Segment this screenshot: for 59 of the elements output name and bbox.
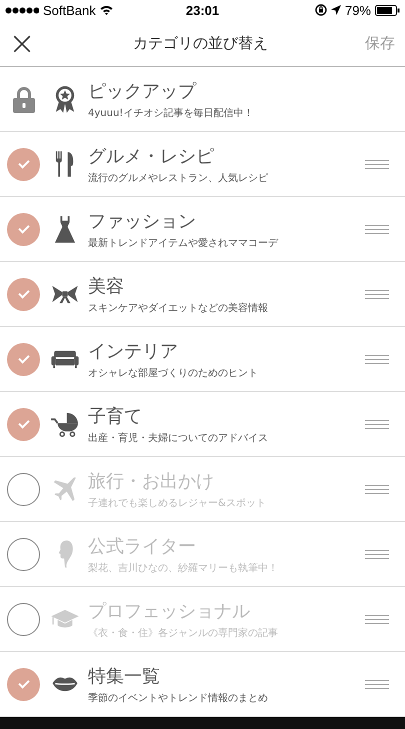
category-title: 公式ライター [88,534,197,558]
category-description: 4yuuu!イチオシ記事を毎日配信中！ [88,106,254,120]
checkbox[interactable] [7,408,40,440]
category-description: 流行のグルメやレストラン、人気レシピ [88,172,269,184]
woman-silhouette-icon [56,539,74,569]
checkbox[interactable] [7,212,40,246]
checkbox[interactable] [7,148,40,180]
category-description: 《衣・食・住》各ジャンルの専門家の記事 [88,626,279,640]
lock-icon [12,86,34,112]
drag-handle[interactable] [365,550,389,558]
drag-handle[interactable] [365,484,389,494]
signal-icon [5,6,39,14]
category-title: 特集一覧 [88,664,161,688]
checkbox[interactable] [7,278,40,310]
location-arrow-icon [330,5,341,15]
category-description: スキンケアやダイエットなどの美容情報 [88,302,269,314]
category-title: インテリア [88,340,179,362]
checkbox[interactable] [7,668,40,700]
stroller-icon [50,411,80,437]
category-title: 子育て [88,404,143,428]
page-title: カテゴリの並び替え [132,34,269,52]
category-title: グルメ・レシピ [88,144,215,168]
category-title: ピックアップ [88,80,198,102]
checkbox[interactable] [7,472,40,506]
drag-handle[interactable] [365,420,389,428]
category-description: オシャレな部屋づくりのためのヒント [88,366,259,380]
clock: 23:01 [186,2,220,18]
drag-handle[interactable] [365,224,389,234]
drag-handle[interactable] [365,614,389,624]
bow-icon [51,284,79,304]
fork-knife-icon [55,150,75,178]
category-description: 子連れでも楽しめるレジャー&スポット [88,496,267,510]
airplane-icon [52,476,78,502]
drag-handle[interactable] [365,680,389,688]
drag-handle[interactable] [365,160,389,168]
category-title: ファッション [88,210,197,232]
checkbox[interactable] [7,538,40,570]
sofa-icon [51,349,79,369]
checkbox[interactable] [7,602,40,636]
wifi-icon [100,5,113,15]
lips-icon [51,676,79,692]
checkbox[interactable] [7,342,40,376]
category-description: 出産・育児・夫婦についてのアドバイス [88,432,269,444]
drag-handle[interactable] [365,290,389,298]
category-description: 季節のイベントやトレンド情報のまとめ [88,692,269,704]
category-title: プロフェッショナル [88,600,251,622]
graduation-cap-icon [50,608,80,630]
category-description: 梨花、吉川ひなの、紗羅マリーも執筆中！ [88,562,279,574]
category-description: 最新トレンドアイテムや愛されママコーデ [88,236,280,250]
carrier-name: SoftBank [43,2,96,18]
battery-icon [375,4,400,16]
category-title: 旅行・お出かけ [88,470,215,492]
award-ribbon-icon [54,85,76,113]
battery-percent: 79% [344,2,371,18]
drag-handle[interactable] [365,354,389,364]
dress-icon [54,215,76,243]
close-button[interactable]: × [8,27,36,59]
rotation-lock-icon [314,4,327,16]
category-title: 美容 [88,274,125,298]
